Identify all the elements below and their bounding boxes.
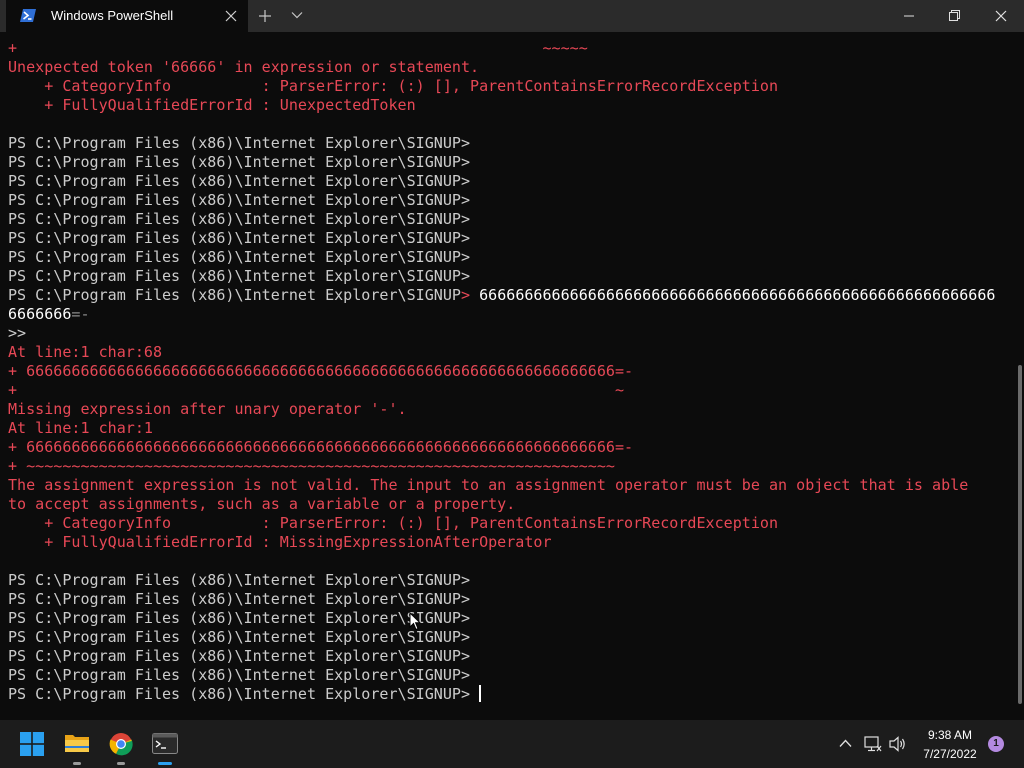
vertical-scrollbar[interactable] <box>1018 365 1022 704</box>
running-indicator <box>117 762 125 765</box>
error-line: + 66666666666666666666666666666666666666… <box>8 362 634 380</box>
error-line: Unexpected token '66666' in expression o… <box>8 58 480 76</box>
prompt-line: PS C:\Program Files (x86)\Internet Explo… <box>8 267 471 285</box>
taskbar-chrome[interactable] <box>99 720 143 768</box>
chrome-icon <box>109 733 133 756</box>
powershell-icon <box>20 9 36 22</box>
command-operator: =- <box>71 305 90 323</box>
prompt-text: PS C:\Program Files (x86)\Internet Explo… <box>8 685 480 703</box>
prompt-line: >> <box>8 324 27 342</box>
error-line: Missing expression after unary operator … <box>8 400 407 418</box>
taskbar: 9:38 AM 7/27/2022 <box>0 720 1024 768</box>
command-text: 6666666 <box>8 305 72 323</box>
prompt-line: PS C:\Program Files (x86)\Internet Explo… <box>8 628 471 646</box>
file-explorer-icon <box>65 735 89 752</box>
error-line: + CategoryInfo : ParserError: (:) [], Pa… <box>8 514 779 532</box>
prompt-line: PS C:\Program Files (x86)\Internet Explo… <box>8 191 471 209</box>
close-icon <box>995 10 1007 22</box>
error-line: + ~~~~~~~~~~~~~~~~~~~~~~~~~~~~~~~~~~~~~~… <box>8 457 615 475</box>
prompt-line: PS C:\Program Files (x86)\Internet Explo… <box>8 647 471 665</box>
prompt-line: PS C:\Program Files (x86)\Internet Explo… <box>8 210 471 228</box>
error-line: to accept assignments, such as a variabl… <box>8 495 516 513</box>
prompt-line: PS C:\Program Files (x86)\Internet Explo… <box>8 134 471 152</box>
prompt-chevron: > <box>460 286 480 304</box>
terminal-icon <box>152 733 178 754</box>
taskbar-file-explorer[interactable] <box>55 720 99 768</box>
network-icon[interactable] <box>864 736 882 752</box>
command-continuation: 6666666=- <box>8 305 1008 324</box>
running-indicator <box>73 762 81 765</box>
notification-badge[interactable]: 1 <box>988 736 1004 752</box>
error-line: At line:1 char:68 <box>8 343 163 361</box>
close-button[interactable] <box>978 0 1024 32</box>
command-line: PS C:\Program Files (x86)\Internet Explo… <box>8 286 1008 305</box>
tab-title: Windows PowerShell <box>51 8 174 23</box>
terminal-output[interactable]: + ~~~~~ Unexpected token '66666' in expre… <box>8 39 1008 714</box>
text-cursor[interactable] <box>479 685 482 702</box>
prompt-line: PS C:\Program Files (x86)\Internet Explo… <box>8 229 471 247</box>
minimize-button[interactable] <box>886 0 932 32</box>
taskbar-terminal[interactable] <box>143 720 187 768</box>
prompt-line: PS C:\Program Files (x86)\Internet Explo… <box>8 590 471 608</box>
error-line: + ~ <box>8 381 625 399</box>
prompt-line: PS C:\Program Files (x86)\Internet Explo… <box>8 248 471 266</box>
minimize-icon <box>904 15 914 17</box>
active-indicator <box>158 762 172 765</box>
error-line: + FullyQualifiedErrorId : UnexpectedToke… <box>8 96 416 114</box>
active-prompt-line: PS C:\Program Files (x86)\Internet Explo… <box>8 685 1008 704</box>
error-line: At line:1 char:1 <box>8 419 153 437</box>
restore-icon <box>949 10 960 21</box>
title-bar[interactable]: Windows PowerShell <box>0 0 1024 32</box>
clock-date[interactable]: 7/27/2022 <box>915 747 985 761</box>
error-line: + ~~~~~ <box>8 39 588 57</box>
start-icon <box>20 732 44 756</box>
prompt-line: PS C:\Program Files (x86)\Internet Explo… <box>8 666 471 684</box>
mouse-cursor-icon <box>409 612 421 631</box>
prompt-line: PS C:\Program Files (x86)\Internet Explo… <box>8 609 471 627</box>
plus-icon <box>259 10 271 22</box>
tab-dropdown-button[interactable] <box>284 0 310 32</box>
chevron-up-icon[interactable] <box>839 739 852 748</box>
error-line: + CategoryInfo : ParserError: (:) [], Pa… <box>8 77 779 95</box>
start-button[interactable] <box>10 720 54 768</box>
error-line: The assignment expression is not valid. … <box>8 476 969 494</box>
prompt-line: PS C:\Program Files (x86)\Internet Explo… <box>8 172 471 190</box>
close-tab-icon[interactable] <box>224 9 238 23</box>
new-tab-button[interactable] <box>252 0 278 32</box>
command-text: 6666666666666666666666666666666666666666… <box>479 286 996 304</box>
prompt-line: PS C:\Program Files (x86)\Internet Explo… <box>8 153 471 171</box>
error-line: + FullyQualifiedErrorId : MissingExpress… <box>8 533 552 551</box>
chevron-down-icon <box>291 12 303 19</box>
prompt-text: PS C:\Program Files (x86)\Internet Explo… <box>8 286 461 304</box>
clock-time[interactable]: 9:38 AM <box>915 728 985 742</box>
error-line: + 66666666666666666666666666666666666666… <box>8 438 634 456</box>
tab-windows-powershell[interactable]: Windows PowerShell <box>6 0 248 32</box>
prompt-line: PS C:\Program Files (x86)\Internet Explo… <box>8 571 471 589</box>
restore-button[interactable] <box>932 0 978 32</box>
volume-icon[interactable] <box>889 736 907 752</box>
